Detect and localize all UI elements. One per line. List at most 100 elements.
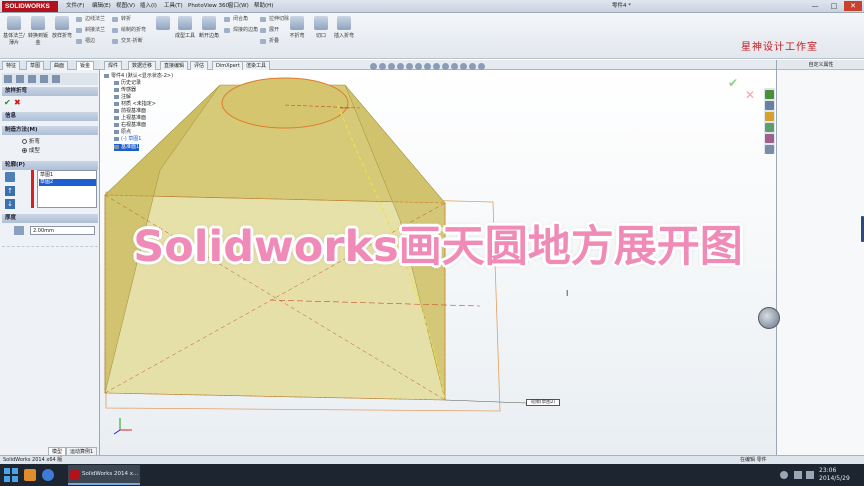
tree-root[interactable]: 零件4 (默认<显示状态-2>) [104, 73, 173, 80]
tab-motion-study[interactable]: 运动算例1 [66, 447, 98, 456]
thickness-section-header[interactable]: 厚度 [2, 214, 98, 223]
method-option-bend[interactable]: 折弯 [22, 137, 40, 145]
fold-button[interactable]: 折叠 [260, 37, 279, 46]
view-orientation-icon[interactable] [406, 63, 413, 70]
minimize-button[interactable]: — [806, 1, 824, 11]
display-manager-icon[interactable] [52, 75, 60, 83]
realview-icon[interactable] [469, 63, 476, 70]
tree-sensors[interactable]: 传感器 [114, 87, 173, 94]
monitor-icon[interactable] [460, 63, 467, 70]
profile-item-2[interactable]: 草图2 [39, 179, 96, 186]
move-up-button[interactable]: ↑ [5, 186, 15, 196]
network-icon[interactable] [780, 471, 788, 479]
windows-start-icon[interactable] [4, 468, 18, 482]
volume-icon[interactable] [794, 471, 802, 479]
tab-data-migration[interactable]: 数据迁移 [128, 61, 157, 70]
zoom-to-fit-icon[interactable] [370, 63, 377, 70]
browser-taskbar-icon[interactable] [42, 469, 54, 481]
menu-window[interactable]: 窗口(W) [228, 1, 249, 12]
previous-view-icon[interactable] [388, 63, 395, 70]
menu-help[interactable]: 帮助(H) [254, 1, 273, 12]
tree-top-plane[interactable]: 上视基准面 [114, 115, 173, 122]
move-down-button[interactable]: ↓ [5, 199, 15, 209]
lofted-bend-button[interactable]: 放样折弯 [51, 16, 73, 52]
input-method-icon[interactable] [806, 471, 814, 479]
cancel-button[interactable]: ✖ [14, 98, 21, 107]
tab-direct-editing[interactable]: 直接编辑 [160, 61, 189, 70]
profile-callout[interactable]: 轮廓(草图2) [526, 399, 560, 406]
tree-annotations[interactable]: 注解 [114, 94, 173, 101]
profile-item-1[interactable]: 草图1 [39, 172, 96, 179]
explorer-taskbar-icon[interactable] [24, 469, 36, 481]
insert-bends-button[interactable]: 插入折弯 [333, 16, 355, 52]
custom-properties-icon[interactable] [765, 145, 774, 154]
close-button[interactable]: ✕ [844, 1, 862, 11]
unfold-button[interactable]: 展开 [260, 26, 279, 35]
menu-edit[interactable]: 编辑(E) [92, 1, 111, 12]
solidworks-logo[interactable]: SOLIDWORKS [2, 1, 58, 12]
view-palette-icon[interactable] [765, 123, 774, 132]
tab-evaluate[interactable]: 评估 [190, 61, 209, 70]
tab-sketch[interactable]: 草图 [26, 61, 45, 70]
property-manager-icon[interactable] [16, 75, 24, 83]
tree-history[interactable]: 历史记录 [114, 80, 173, 87]
info-section-header[interactable]: 信息 [2, 112, 98, 121]
tab-render-tools[interactable]: 渲染工具 [242, 61, 271, 70]
confirm-corner-cancel[interactable]: ✕ [745, 88, 755, 102]
method-section-header[interactable]: 制造方法(M) [2, 126, 98, 135]
menu-view[interactable]: 视图(V) [116, 1, 135, 12]
profile-list[interactable]: 草图1 草图2 [37, 170, 97, 208]
display-style-icon[interactable] [415, 63, 422, 70]
confirm-corner-ok[interactable]: ✔ [728, 76, 738, 90]
hem-button[interactable]: 褶边 [76, 37, 95, 46]
sketched-bend-button[interactable]: 绘制的折弯 [112, 26, 146, 35]
tree-plane1[interactable]: 基准面1 [114, 144, 140, 151]
config-manager-icon[interactable] [28, 75, 36, 83]
menu-file[interactable]: 文件(F) [66, 1, 84, 12]
tab-sheetmetal[interactable]: 钣金 [76, 61, 95, 70]
thickness-input[interactable]: 2.00mm [30, 226, 95, 235]
tree-material[interactable]: 材质 <未指定> [114, 101, 173, 108]
corners-button[interactable] [152, 16, 174, 52]
tab-surfaces[interactable]: 曲面 [50, 61, 69, 70]
apply-scene-icon[interactable] [442, 63, 449, 70]
jog-button[interactable]: 转折 [112, 15, 131, 24]
convert-sheetmetal-button[interactable]: 转换到钣金 [27, 16, 49, 52]
cross-break-button[interactable]: 交叉-折断 [112, 37, 143, 46]
appearances-icon[interactable] [765, 134, 774, 143]
tree-right-plane[interactable]: 右视基准面 [114, 122, 173, 129]
shadows-icon[interactable] [478, 63, 485, 70]
menu-insert[interactable]: 插入(I) [140, 1, 157, 12]
welded-corner-button[interactable]: 焊接的边角 [224, 26, 258, 35]
tree-sketch1[interactable]: (-) 草图1 [114, 136, 173, 143]
miter-flange-button[interactable]: 斜接法兰 [76, 26, 105, 35]
menu-photoview[interactable]: PhotoView 360 [188, 1, 229, 12]
forming-tool-button[interactable]: 成型工具 [174, 16, 196, 52]
zoom-area-icon[interactable] [379, 63, 386, 70]
tab-dimxpert[interactable]: DimXpert [212, 61, 244, 70]
edit-appearance-icon[interactable] [433, 63, 440, 70]
tree-front-plane[interactable]: 前视基准面 [114, 108, 173, 115]
ok-button[interactable]: ✔ [4, 98, 11, 107]
rip-button[interactable]: 切口 [310, 16, 332, 52]
section-view-icon[interactable] [397, 63, 404, 70]
break-corner-button[interactable]: 断开边角 [198, 16, 220, 52]
profile-section-header[interactable]: 轮廓(P) [2, 161, 98, 170]
edge-flange-button[interactable]: 边线法兰 [76, 15, 105, 24]
closed-corner-button[interactable]: 闭合角 [224, 15, 248, 24]
extruded-cut-button[interactable]: 拉伸切除 [260, 15, 289, 24]
no-bends-button[interactable]: 不折弯 [286, 16, 308, 52]
taskbar-clock[interactable]: 23:06 2014/5/29 [819, 467, 850, 483]
maximize-button[interactable]: □ [825, 1, 843, 11]
solidworks-resources-icon[interactable] [765, 90, 774, 99]
dimxpert-manager-icon[interactable] [40, 75, 48, 83]
method-option-formed[interactable]: 成型 [22, 146, 40, 154]
tab-weldments[interactable]: 焊件 [104, 61, 123, 70]
hide-show-icon[interactable] [424, 63, 431, 70]
feature-manager-icon[interactable] [4, 75, 12, 83]
file-explorer-icon[interactable] [765, 112, 774, 121]
tab-model[interactable]: 模型 [48, 447, 67, 456]
menu-tools[interactable]: 工具(T) [164, 1, 183, 12]
tab-features[interactable]: 特征 [2, 61, 21, 70]
tree-origin[interactable]: 原点 [114, 129, 173, 136]
